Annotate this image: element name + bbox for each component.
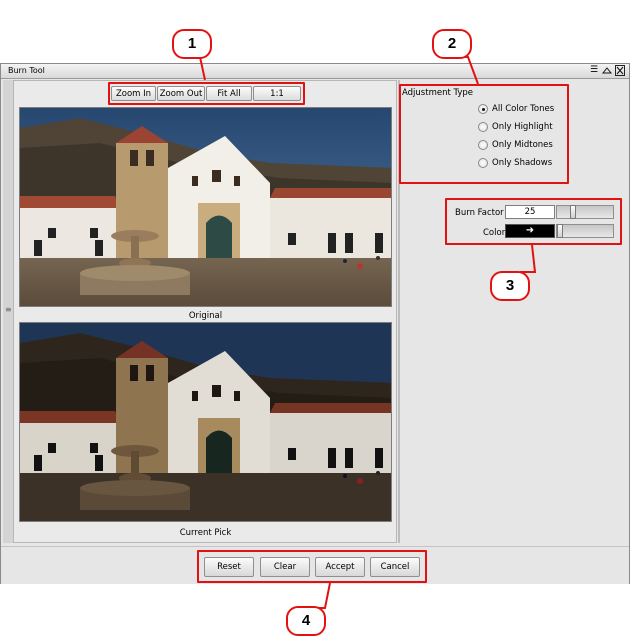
callout-pointers bbox=[182, 56, 537, 609]
callout-4: 4 bbox=[286, 606, 326, 636]
callout-1: 1 bbox=[172, 29, 212, 59]
callout-3: 3 bbox=[490, 271, 530, 301]
callout-2: 2 bbox=[432, 29, 472, 59]
